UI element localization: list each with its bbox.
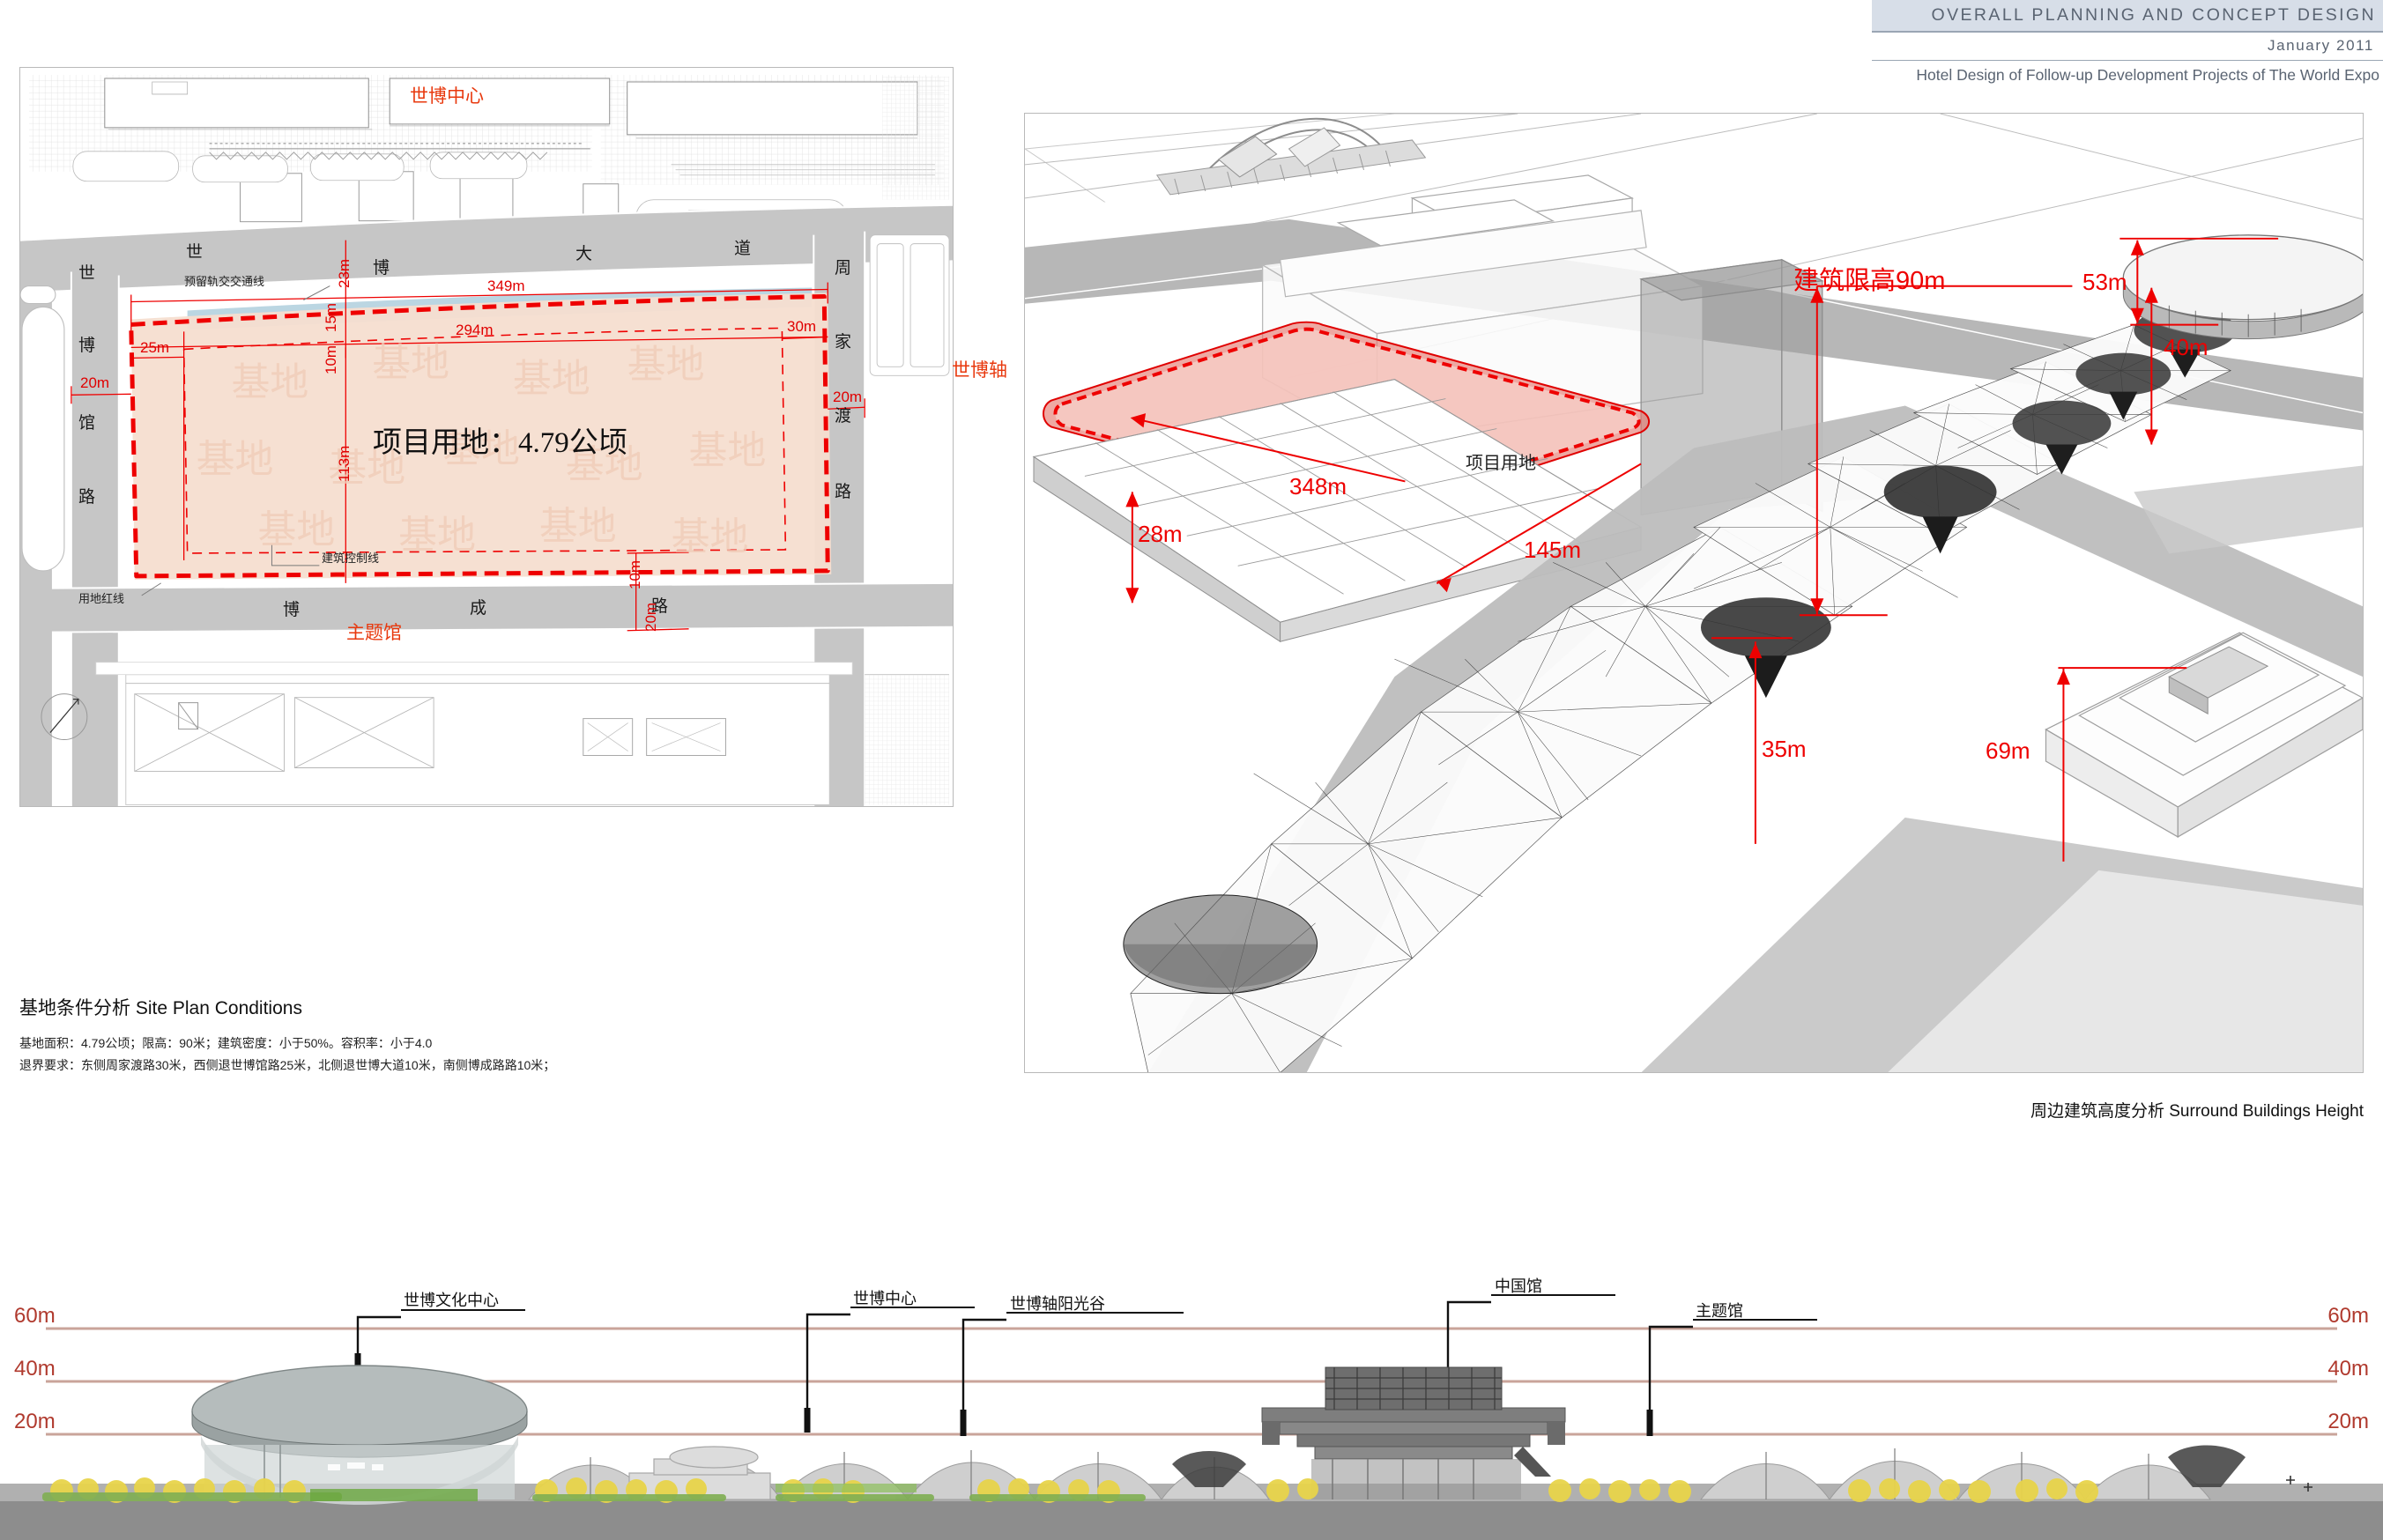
elevation-svg <box>0 1269 2383 1540</box>
site-plan-caption-line1: 基地面积：4.79公顷；限高：90米；建筑密度：小于50%。容积率：小于4.0 <box>19 1036 433 1050</box>
aerial-height-53m: 53m <box>2082 269 2127 295</box>
elev-level-40m-right: 40m <box>2327 1357 2369 1381</box>
elev-callout-expo-axis-sun-valley: 世博轴阳光谷 <box>1010 1295 1105 1313</box>
dim-inner-depth: 113m <box>336 445 353 482</box>
site-plan-caption-title: 基地条件分析 Site Plan Conditions <box>19 998 302 1018</box>
label-theme-pavilion: 主题馆 <box>346 622 402 643</box>
label-expo-axis: 世博轴 <box>952 359 1007 381</box>
dim-setback-north-inner: 15m <box>323 302 339 332</box>
svg-text:基地: 基地 <box>372 342 449 384</box>
dim-inner-length: 294m <box>456 322 494 338</box>
road-char-lu-right: 路 <box>835 483 852 501</box>
aerial-height-limit-label: 建筑限高90m <box>1793 267 1946 295</box>
elev-level-20m-left: 20m <box>14 1410 56 1433</box>
aerial-massing-view: 建筑限高90m 项目用地 348m 145m 40m 53m 69m 28m 3… <box>1024 113 2364 1073</box>
site-area-text: 项目用地：4.79公顷 <box>373 427 627 459</box>
road-char-dao: 道 <box>734 240 752 258</box>
svg-text:基地: 基地 <box>539 506 617 548</box>
road-char-guan: 馆 <box>78 414 96 433</box>
elev-callout-expo-culture-center: 世博文化中心 <box>404 1292 499 1309</box>
road-char-da: 大 <box>575 245 593 263</box>
elev-callout-expo-center: 世博中心 <box>853 1290 917 1307</box>
aerial-height-69m: 69m <box>1986 737 2030 764</box>
aerial-dim-length: 348m <box>1289 473 1347 500</box>
svg-text:基地: 基地 <box>627 344 705 386</box>
svg-text:基地: 基地 <box>513 358 590 400</box>
header-date: January 2011 <box>1872 33 2383 61</box>
elev-level-20m-right: 20m <box>2327 1410 2369 1433</box>
elev-level-60m-left: 60m <box>14 1304 56 1328</box>
elev-level-40m-left: 40m <box>14 1357 56 1381</box>
presentation-board: OVERALL PLANNING AND CONCEPT DESIGN Janu… <box>0 0 2383 1540</box>
svg-text:基地: 基地 <box>398 515 476 557</box>
header-subtitle: Hotel Design of Follow-up Development Pr… <box>1916 66 2379 84</box>
aerial-site-label: 项目用地 <box>1466 454 1536 473</box>
header-title: OVERALL PLANNING AND CONCEPT DESIGN <box>1872 0 2383 33</box>
aerial-svg <box>1025 114 2363 1072</box>
svg-text:基地: 基地 <box>689 430 767 472</box>
elev-callout-theme-pavilion: 主题馆 <box>1696 1302 1743 1320</box>
dim-setback-west: 25m <box>140 339 170 356</box>
aerial-caption: 周边建筑高度分析 Surround Buildings Height <box>2030 1102 2364 1121</box>
road-char-shi-top: 世 <box>186 243 204 262</box>
annotation-rail-line: 预留轨交交通线 <box>184 275 265 288</box>
road-char-du: 渡 <box>835 407 852 426</box>
svg-text:基地: 基地 <box>232 361 309 404</box>
dim-setback-east: 30m <box>787 318 817 335</box>
site-plan-caption: 基地条件分析 Site Plan Conditions 基地面积：4.79公顷；… <box>19 994 555 1076</box>
dim-setback-south: 20m <box>642 602 659 632</box>
elevation-section: 60m 40m 20m 60m 40m 20m 世博文化中心 世博中心 世博轴阳… <box>0 1269 2383 1540</box>
annotation-building-control-line: 建筑控制线 <box>322 552 380 565</box>
road-char-bo-top: 博 <box>373 259 390 278</box>
dim-setback-left-20: 20m <box>80 374 110 391</box>
label-expo-center: 世博中心 <box>410 85 484 107</box>
dim-offset-10m-top: 10m <box>323 344 339 374</box>
site-plan-caption-line2: 退界要求：东侧周家渡路30米，西侧退世博馆路25米，北侧退世博大道10米，南侧博… <box>19 1057 556 1072</box>
road-char-jia: 家 <box>835 333 852 352</box>
annotation-red-line: 用地红线 <box>78 592 125 605</box>
road-char-bo-bottom: 博 <box>283 601 301 619</box>
dim-setback-right-20: 20m <box>833 389 863 405</box>
road-char-zhou: 周 <box>835 259 852 278</box>
road-char-bo-left: 博 <box>78 337 96 355</box>
dim-offset-10m-bottom: 10m <box>627 559 643 589</box>
site-plan-drawing: 基地 基地 基地 基地 基地 基地 基地 基地 基地 基地 基地 基地 基地 世… <box>19 67 954 807</box>
board-header: OVERALL PLANNING AND CONCEPT DESIGN Janu… <box>1872 0 2383 95</box>
svg-text:基地: 基地 <box>257 509 335 552</box>
aerial-height-40m: 40m <box>2164 334 2209 360</box>
aerial-height-28m: 28m <box>1138 521 1183 547</box>
svg-text:基地: 基地 <box>197 439 274 481</box>
road-char-cheng: 成 <box>470 599 487 618</box>
aerial-dim-width: 145m <box>1524 537 1582 563</box>
elev-level-60m-right: 60m <box>2327 1304 2369 1328</box>
svg-text:基地: 基地 <box>672 516 749 559</box>
aerial-height-35m: 35m <box>1762 736 1807 762</box>
dim-top-length: 349m <box>487 278 525 294</box>
elev-callout-china-pavilion: 中国馆 <box>1495 1277 1542 1295</box>
road-char-lu-left: 路 <box>78 488 96 507</box>
road-char-shi-left: 世 <box>78 264 96 283</box>
dim-setback-north-road: 23m <box>336 258 353 288</box>
